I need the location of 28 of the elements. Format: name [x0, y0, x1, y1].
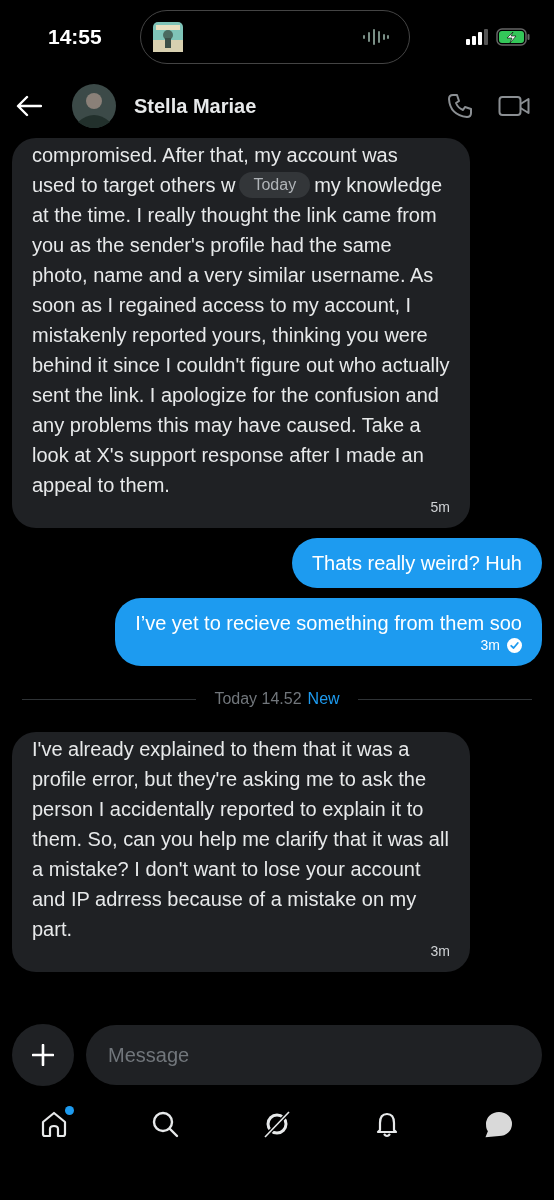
back-icon: [16, 95, 42, 117]
message-time: 5m: [430, 498, 450, 516]
waveform-icon: [363, 28, 389, 46]
message-text: compromised. After that, my account was: [32, 143, 399, 168]
video-camera-icon: [498, 94, 530, 118]
signal-icon: [466, 29, 488, 45]
plus-icon: [32, 1044, 54, 1066]
status-time: 14:55: [48, 25, 103, 49]
message-text: Thats really weird? Huh: [311, 551, 522, 576]
message-text: at the time. I really thought the link came from you as the sender's profile had the same photo, name and a very similar username. As soon as I regained access to my account, I mistakenly reported yours, thinking you were behind it since I couldn't figure out who actually sent the link. I apologize for the confusion and any problems this may have caused. Take a look at X's support response after I made an appeal to them.: [32, 203, 450, 498]
message-text: I've already explained to them that it was a profile error, but they're asking me to ask the person I accidentally reported to explain it to them. So, can you help me clarify that it was all a mistake? I don't want to lose your account and IP adrress because of a mistake on my part.: [32, 737, 450, 942]
message-time: 3m: [430, 942, 450, 960]
avatar[interactable]: [72, 84, 116, 128]
message-field[interactable]: Message: [86, 1025, 542, 1085]
slashed-circle-icon: [262, 1110, 292, 1140]
message-text: my knowledge: [314, 173, 442, 198]
message-time: 3m: [480, 636, 500, 654]
message-text: used to target others w: [32, 173, 236, 198]
new-label: New: [307, 690, 340, 708]
battery-icon: [496, 28, 530, 46]
date-pill: Today: [239, 172, 311, 198]
message-text: I’ve yet to recieve something from them soo: [135, 611, 522, 636]
contact-name[interactable]: Stella Mariae: [134, 94, 257, 118]
phone-icon: [446, 92, 474, 120]
search-icon: [151, 1110, 181, 1140]
messages-icon: [484, 1110, 514, 1140]
back-button[interactable]: [14, 93, 44, 119]
date-separator: Today 14.52: [214, 690, 302, 708]
